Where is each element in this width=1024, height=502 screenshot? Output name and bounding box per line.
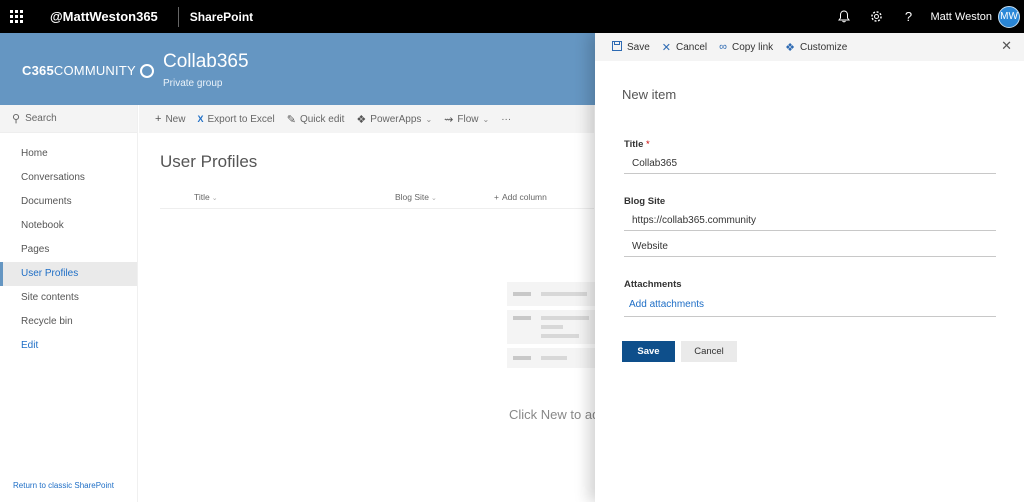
title-label: Title * bbox=[624, 139, 650, 150]
nav-item-notebook[interactable]: Notebook bbox=[0, 214, 137, 238]
quick-edit-button[interactable]: ✎ Quick edit bbox=[287, 113, 345, 126]
empty-list-message: Click New to add bbox=[509, 407, 595, 422]
close-icon: ✕ bbox=[661, 41, 672, 54]
attachments-label: Attachments bbox=[624, 279, 682, 290]
flow-button[interactable]: ⇝ Flow ⌄ bbox=[444, 113, 489, 126]
app-name[interactable]: SharePoint bbox=[190, 10, 253, 24]
nav-item-home[interactable]: Home bbox=[0, 142, 137, 166]
save-icon bbox=[612, 40, 622, 54]
logo-prefix: C365 bbox=[22, 63, 54, 78]
required-marker: * bbox=[646, 139, 650, 150]
nav-list: Home Conversations Documents Notebook Pa… bbox=[0, 142, 137, 358]
site-subtitle: Private group bbox=[163, 78, 223, 89]
flow-icon: ⇝ bbox=[444, 113, 454, 126]
nav-item-user-profiles[interactable]: User Profiles bbox=[0, 262, 137, 286]
save-button[interactable]: Save bbox=[622, 341, 675, 362]
list-title: User Profiles bbox=[160, 152, 258, 171]
waffle-icon[interactable] bbox=[0, 0, 32, 33]
blog-site-description-field[interactable] bbox=[624, 237, 996, 257]
nav-item-conversations[interactable]: Conversations bbox=[0, 166, 137, 190]
site-title[interactable]: Collab365 bbox=[163, 51, 249, 73]
suite-divider bbox=[177, 6, 179, 27]
logo-text: COMMUNITY bbox=[53, 63, 136, 78]
plus-icon: + bbox=[155, 113, 162, 125]
left-navigation: ⚲ Search Home Conversations Documents No… bbox=[0, 105, 138, 502]
close-icon[interactable]: ✕ bbox=[1001, 38, 1012, 54]
blog-site-url-field[interactable] bbox=[624, 211, 996, 231]
avatar[interactable]: MW bbox=[998, 5, 1020, 28]
return-to-classic-link[interactable]: Return to classic SharePoint bbox=[13, 481, 114, 490]
nav-edit-link[interactable]: Edit bbox=[0, 334, 137, 358]
new-button[interactable]: + New bbox=[155, 113, 185, 125]
search-placeholder: Search bbox=[25, 113, 57, 124]
plus-icon: + bbox=[494, 192, 499, 202]
column-headers: Title ⌄ Blog Site ⌄ + Add column bbox=[160, 188, 594, 209]
customize-button[interactable]: ❖ Customize bbox=[785, 41, 847, 54]
more-button[interactable]: ··· bbox=[501, 114, 511, 125]
nav-item-site-contents[interactable]: Site contents bbox=[0, 286, 137, 310]
column-header-blog-site[interactable]: Blog Site ⌄ bbox=[395, 192, 437, 202]
chevron-down-icon: ⌄ bbox=[425, 114, 433, 124]
powerapps-icon: ❖ bbox=[785, 41, 796, 54]
link-icon: ∞ bbox=[719, 41, 727, 53]
suite-bar: @MattWeston365 SharePoint ? Matt Weston … bbox=[0, 0, 1024, 33]
panel-heading: New item bbox=[622, 87, 677, 102]
pencil-icon: ✎ bbox=[286, 113, 296, 126]
powerapps-icon: ❖ bbox=[356, 113, 367, 126]
copy-link-button[interactable]: ∞ Copy link bbox=[719, 41, 773, 53]
powerapps-button[interactable]: ❖ PowerApps ⌄ bbox=[356, 113, 432, 126]
search-icon: ⚲ bbox=[12, 113, 21, 125]
chevron-down-icon: ⌄ bbox=[482, 114, 490, 124]
chevron-down-icon: ⌄ bbox=[211, 195, 218, 202]
logo-mark-icon bbox=[139, 63, 154, 78]
panel-cancel-button[interactable]: ✕ Cancel bbox=[662, 41, 707, 54]
search-box[interactable]: ⚲ Search bbox=[0, 105, 137, 133]
chevron-down-icon: ⌄ bbox=[431, 195, 437, 202]
gear-icon[interactable] bbox=[860, 0, 892, 33]
add-attachments-link[interactable]: Add attachments bbox=[624, 297, 996, 317]
excel-icon: X bbox=[197, 114, 204, 124]
export-excel-button[interactable]: X Export to Excel bbox=[197, 114, 274, 125]
tenant-name[interactable]: @MattWeston365 bbox=[50, 9, 158, 24]
panel-toolbar: Save ✕ Cancel ∞ Copy link ❖ Customize ✕ bbox=[595, 33, 1024, 61]
help-icon[interactable]: ? bbox=[892, 0, 924, 33]
cancel-button[interactable]: Cancel bbox=[681, 341, 737, 362]
command-bar: + New X Export to Excel ✎ Quick edit ❖ P… bbox=[139, 105, 594, 133]
new-item-panel: Save ✕ Cancel ∞ Copy link ❖ Customize ✕ … bbox=[595, 33, 1024, 502]
add-column-button[interactable]: + Add column bbox=[494, 192, 547, 202]
column-header-title[interactable]: Title ⌄ bbox=[194, 192, 218, 202]
bell-icon[interactable] bbox=[828, 0, 860, 33]
panel-save-button[interactable]: Save bbox=[612, 40, 650, 54]
more-icon: ··· bbox=[501, 113, 512, 125]
user-name[interactable]: Matt Weston bbox=[930, 11, 992, 23]
nav-item-recycle-bin[interactable]: Recycle bin bbox=[0, 310, 137, 334]
nav-item-documents[interactable]: Documents bbox=[0, 190, 137, 214]
blog-site-label: Blog Site bbox=[624, 196, 666, 207]
title-field[interactable] bbox=[624, 154, 996, 174]
site-logo[interactable]: C365 COMMUNITY bbox=[22, 63, 154, 78]
empty-list-illustration bbox=[507, 282, 595, 368]
nav-item-pages[interactable]: Pages bbox=[0, 238, 137, 262]
